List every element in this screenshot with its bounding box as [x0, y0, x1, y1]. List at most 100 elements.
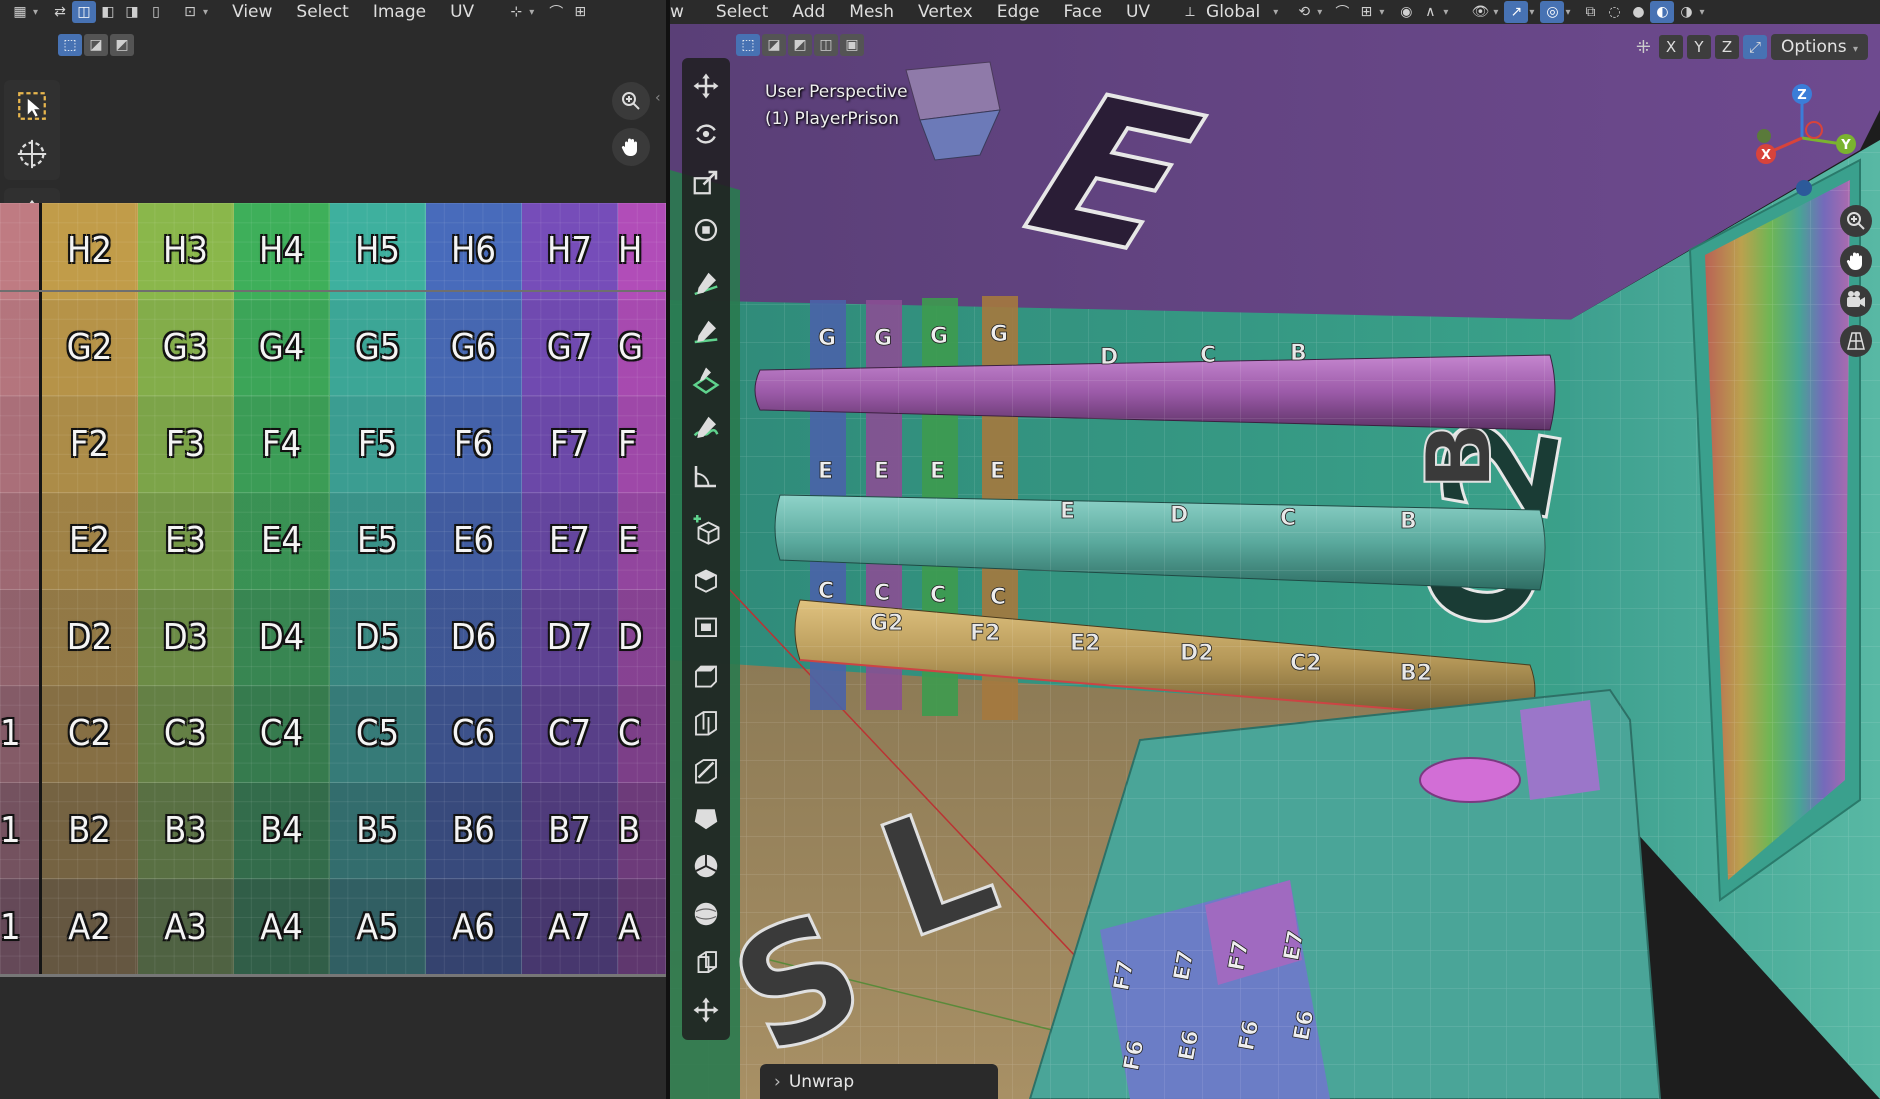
annotate-line-tool[interactable]: [684, 308, 728, 356]
annotate-polygon-tool[interactable]: [684, 356, 728, 404]
knife-icon: [695, 759, 717, 784]
rip-tool[interactable]: [684, 986, 728, 1034]
select-new-icon[interactable]: ⬚: [736, 34, 760, 56]
camera-view-button[interactable]: [1840, 285, 1872, 317]
add-cube-tool[interactable]: [684, 506, 728, 554]
axis-x-toggle[interactable]: X: [1658, 35, 1683, 59]
uv-editor[interactable]: ▦ ▾ ⇄ ◫ ◧ ◨ ▯ ⊡ ▾ View Select Image UV ⊹ ▾ …: [0, 0, 666, 1099]
pan-button[interactable]: [612, 128, 650, 166]
menu-view[interactable]: View: [220, 2, 284, 22]
axis-z-toggle[interactable]: Z: [1714, 35, 1739, 59]
inset-tool[interactable]: [684, 602, 728, 650]
uv-grid-cell: C3: [138, 686, 234, 783]
falloff-icon[interactable]: ∧: [1418, 1, 1442, 23]
menu-mesh[interactable]: Mesh: [837, 2, 906, 22]
measure-tool[interactable]: [684, 452, 728, 500]
uv-grid-cell: B6: [426, 782, 522, 880]
menu-vertex[interactable]: Vertex: [906, 2, 985, 22]
viewport-scene[interactable]: E C2 A4 L S E C B: [670, 0, 1880, 1099]
wireframe-shading-icon[interactable]: ◌: [1602, 1, 1626, 23]
xray-toggle-icon[interactable]: ⧉: [1578, 1, 1602, 23]
uv-nav-buttons: [612, 82, 650, 166]
annotate-eraser-tool[interactable]: [684, 404, 728, 452]
orientation-dropdown[interactable]: Global: [1202, 2, 1272, 22]
menu-w[interactable]: w: [670, 2, 696, 22]
poly-build-tool[interactable]: [684, 794, 728, 842]
cursor-tool[interactable]: [4, 130, 60, 178]
uv-texture-grid[interactable]: 1 1 1 H2 G2 F2 E2 D2 C2 B2 A2 H3 G3 F3 E3 D3 C3 B3 A3 H4 G4 F…: [0, 203, 666, 976]
select-intersect-icon[interactable]: ▣: [840, 34, 864, 56]
menu-uv[interactable]: UV: [1114, 2, 1162, 22]
overlays-toggle-icon[interactable]: ◎: [1540, 1, 1565, 23]
gizmo-neg-y[interactable]: [1757, 129, 1771, 143]
sidebar-toggle-icon[interactable]: ‹: [655, 90, 661, 106]
pivot-point-icon[interactable]: ⟲: [1292, 1, 1316, 23]
menu-face[interactable]: Face: [1052, 2, 1114, 22]
navigation-gizmo[interactable]: Z Y X: [1742, 78, 1862, 198]
menu-select[interactable]: Select: [704, 2, 780, 22]
editor-type-icon[interactable]: ▦: [8, 1, 32, 23]
scale-tool[interactable]: [684, 158, 728, 206]
material-shading-icon[interactable]: ◐: [1650, 1, 1675, 23]
bevel-tool[interactable]: [684, 650, 728, 698]
annotate-tool[interactable]: [684, 260, 728, 308]
pivot-icon[interactable]: ⊹: [504, 1, 528, 23]
uv-grid-cell: F6: [426, 396, 522, 493]
zoom-button[interactable]: [612, 82, 650, 120]
menu-uv[interactable]: UV: [438, 2, 486, 22]
transform-tool[interactable]: [684, 206, 728, 254]
rendered-shading-icon[interactable]: ◑: [1674, 1, 1698, 23]
gizmo-neg-x[interactable]: [1805, 121, 1823, 139]
snap-increment-icon[interactable]: ⊞: [568, 1, 592, 23]
uv-grid-cell: C5: [330, 686, 426, 783]
select-extend-icon[interactable]: ◪: [762, 34, 786, 56]
sync-selection-icon[interactable]: ⇄: [48, 1, 72, 23]
menu-image[interactable]: Image: [361, 2, 438, 22]
3d-viewport[interactable]: E C2 A4 L S E C B: [670, 0, 1880, 1099]
gizmo-toggle-icon[interactable]: ↗: [1504, 1, 1529, 23]
visibility-icon[interactable]: 👁: [1468, 1, 1492, 23]
snap-icon[interactable]: ⌒: [544, 1, 568, 23]
viewport-zoom-button[interactable]: [1840, 205, 1872, 237]
select-subtract-icon[interactable]: ◩: [788, 34, 812, 56]
smooth-tool[interactable]: [684, 890, 728, 938]
select-invert-icon[interactable]: ◫: [814, 34, 838, 56]
knife-tool[interactable]: [684, 746, 728, 794]
viewport-pan-button[interactable]: [1840, 245, 1872, 277]
rotate-tool[interactable]: [684, 110, 728, 158]
last-operator-panel[interactable]: › Unwrap: [760, 1064, 998, 1099]
scale-icon: [693, 170, 718, 195]
snap-target-icon[interactable]: ⊞: [1354, 1, 1378, 23]
menu-edge[interactable]: Edge: [985, 2, 1052, 22]
menu-add[interactable]: Add: [780, 2, 837, 22]
sticky-select-icon[interactable]: ⊡: [178, 1, 202, 23]
select-box-tool[interactable]: [4, 82, 60, 130]
gizmo-neg-z[interactable]: [1796, 180, 1812, 196]
loop-cut-tool[interactable]: [684, 698, 728, 746]
spin-icon: [694, 854, 718, 878]
select-new-icon[interactable]: ⬚: [58, 34, 82, 56]
island-select-icon[interactable]: ▯: [144, 1, 168, 23]
options-dropdown[interactable]: Options ▾: [1770, 34, 1868, 60]
transform-orientation-icon[interactable]: ⟂: [1178, 1, 1202, 23]
auto-merge-icon[interactable]: ⤢: [1742, 35, 1767, 59]
uv-grid-cell: H3: [138, 203, 234, 300]
vertex-select-icon[interactable]: ◫: [72, 1, 97, 23]
shear-tool[interactable]: [684, 938, 728, 986]
axis-y-toggle[interactable]: Y: [1686, 35, 1711, 59]
spin-tool[interactable]: [684, 842, 728, 890]
edge-select-icon[interactable]: ◧: [96, 1, 120, 23]
extrude-tool[interactable]: [684, 554, 728, 602]
select-extend-icon[interactable]: ◪: [84, 34, 108, 56]
select-subtract-icon[interactable]: ◩: [110, 34, 134, 56]
move-tool[interactable]: [684, 62, 728, 110]
menu-select[interactable]: Select: [284, 2, 360, 22]
proportional-edit-icon[interactable]: ◉: [1394, 1, 1418, 23]
uv-image-bottom-edge: [0, 974, 666, 977]
bevel-icon: [695, 665, 717, 688]
uv-grid-cell: [0, 492, 42, 590]
face-select-icon[interactable]: ◨: [120, 1, 144, 23]
solid-shading-icon[interactable]: ●: [1626, 1, 1650, 23]
ortho-toggle-button[interactable]: [1840, 325, 1872, 357]
snap-icon[interactable]: ⌒: [1330, 1, 1354, 23]
